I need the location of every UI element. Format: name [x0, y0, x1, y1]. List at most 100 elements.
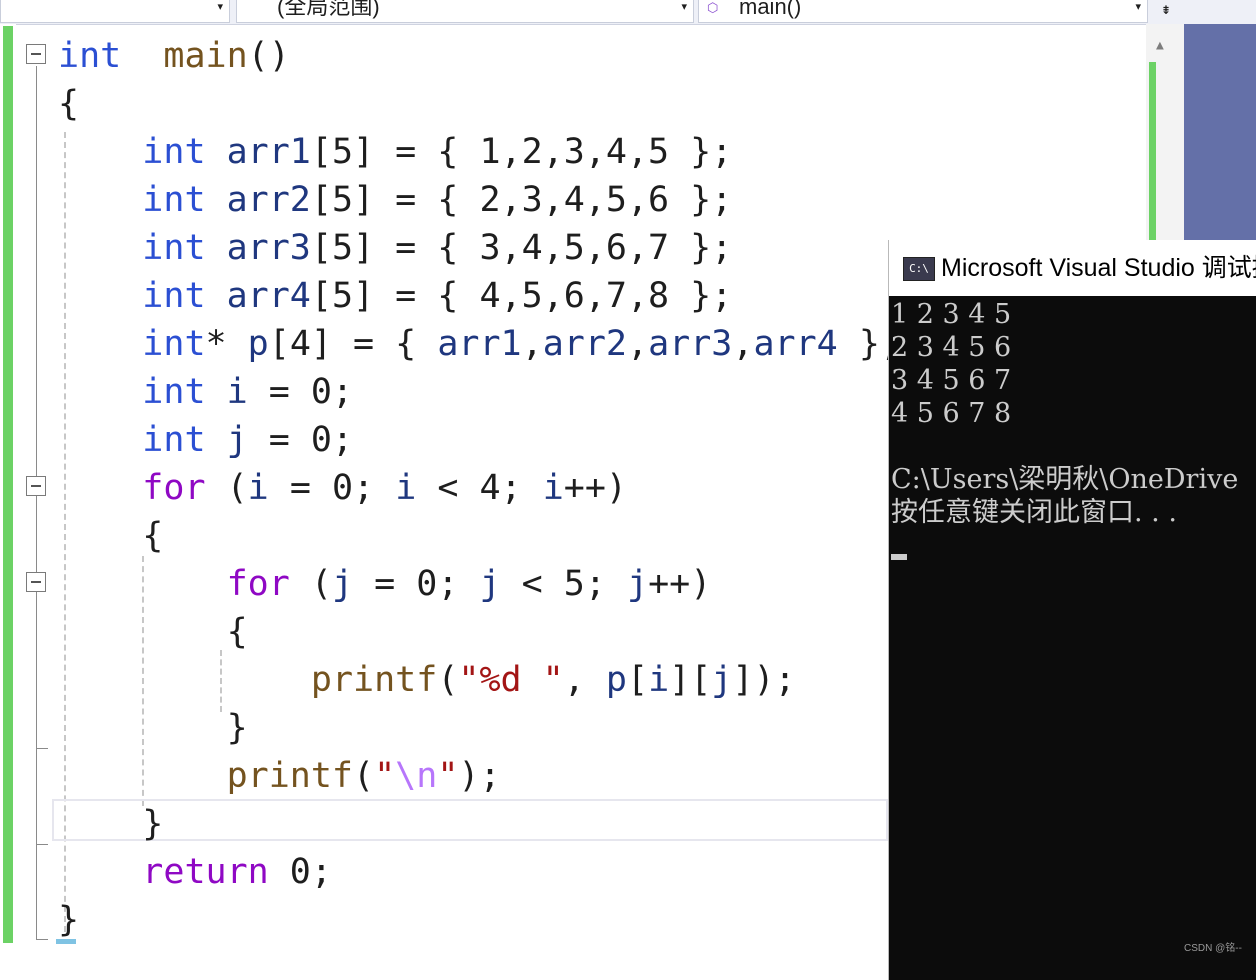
code-token: i — [648, 660, 670, 700]
console-line: C:\Users\梁明秋\OneDrive — [891, 464, 1239, 495]
code-line[interactable]: int arr4[5] = { 4,5,6,7,8 }; — [58, 276, 732, 316]
side-panel-strip — [1184, 24, 1256, 264]
code-token: arr3 — [648, 324, 733, 364]
code-token: p — [605, 660, 627, 700]
code-token: i — [205, 372, 248, 412]
code-token: 0; — [268, 852, 332, 892]
code-token: ( — [437, 660, 459, 700]
code-line[interactable]: for (j = 0; j < 5; j++) — [58, 564, 712, 604]
code-token: < 4; — [416, 468, 543, 508]
scroll-up-icon[interactable]: ▲ — [1156, 38, 1164, 53]
code-line[interactable]: printf("%d ", p[i][j]); — [58, 660, 796, 700]
code-token: } — [58, 900, 80, 940]
code-line[interactable]: { — [58, 612, 248, 652]
console-line: 按任意键关闭此窗口. . . — [891, 497, 1177, 528]
code-token: [ — [626, 660, 649, 700]
scope-combo[interactable]: (全局范围) ▾ — [236, 0, 694, 23]
console-line: 4 5 6 7 8 — [891, 398, 1012, 429]
code-token: j — [479, 564, 501, 604]
code-line[interactable]: { — [58, 516, 163, 556]
chevron-down-icon: ▾ — [217, 1, 223, 13]
function-combo[interactable]: ⬡ main() ▾ — [698, 0, 1148, 23]
outline-end — [36, 939, 48, 940]
chevron-down-icon: ▾ — [1135, 1, 1141, 13]
function-cube-icon: ⬡ — [707, 0, 719, 15]
code-line[interactable]: { — [58, 84, 79, 124]
code-token: \n — [395, 756, 438, 796]
scope-combo-label: (全局范围) — [277, 0, 380, 19]
debug-console-window[interactable]: C:\ Microsoft Visual Studio 调试控制台 1 2 3 … — [888, 240, 1256, 980]
code-token: { — [58, 516, 164, 556]
chevron-down-icon: ▾ — [681, 1, 687, 13]
code-token: < 5; — [500, 564, 627, 604]
code-token: [5] = { 1,2,3,4,5 }; — [310, 132, 733, 172]
code-token: } — [58, 708, 248, 748]
code-line[interactable]: return 0; — [58, 852, 332, 892]
current-line-highlight — [52, 799, 888, 841]
code-token: ( — [353, 756, 375, 796]
code-token: , — [627, 324, 649, 364]
code-token: for — [226, 564, 290, 604]
code-token: int — [142, 228, 206, 268]
code-token: [4] = { — [268, 324, 438, 364]
code-line[interactable]: } — [58, 804, 163, 844]
code-line[interactable]: } — [58, 900, 79, 940]
code-token: j — [711, 660, 733, 700]
code-token: i — [542, 468, 564, 508]
code-token: ( — [205, 468, 248, 508]
code-token: * — [205, 324, 248, 364]
code-line[interactable]: } — [58, 708, 248, 748]
code-token: printf — [226, 756, 354, 796]
outline-line — [36, 66, 37, 940]
split-window-button[interactable]: ⇟ — [1150, 0, 1182, 22]
console-line: 3 4 5 6 7 — [891, 365, 1012, 396]
code-token: = 0; — [247, 420, 354, 460]
code-token: , — [521, 324, 543, 364]
code-line[interactable]: int arr1[5] = { 1,2,3,4,5 }; — [58, 132, 732, 172]
code-token: { — [58, 612, 248, 652]
code-token: int — [142, 132, 206, 172]
collapse-outer-for-icon[interactable] — [26, 476, 46, 496]
code-token: j — [331, 564, 354, 604]
code-token: = 0; — [353, 564, 480, 604]
project-combo[interactable]: ▾ — [0, 0, 230, 23]
code-line[interactable]: printf("\n"); — [58, 756, 501, 796]
console-title: Microsoft Visual Studio 调试控制台 — [941, 254, 1256, 282]
code-token: main — [163, 36, 248, 76]
code-token: ][ — [669, 660, 712, 700]
code-token: p — [247, 324, 269, 364]
code-line[interactable]: int arr2[5] = { 2,3,4,5,6 }; — [58, 180, 732, 220]
console-title-bar[interactable]: C:\ Microsoft Visual Studio 调试控制台 — [889, 240, 1256, 296]
code-token: arr4 — [205, 276, 311, 316]
caret-marker — [56, 939, 76, 944]
collapse-main-icon[interactable] — [26, 44, 46, 64]
code-token: = 0; — [268, 468, 396, 508]
code-line[interactable]: int* p[4] = { arr1,arr2,arr3,arr4 }; — [58, 324, 901, 364]
code-token: int — [142, 276, 206, 316]
code-line[interactable]: int i = 0; — [58, 372, 353, 412]
code-token: ++) — [563, 468, 627, 508]
code-line[interactable]: int j = 0; — [58, 420, 353, 460]
console-app-icon: C:\ — [903, 257, 935, 281]
code-token: arr2 — [205, 180, 311, 220]
code-token: ); — [458, 756, 501, 796]
code-line[interactable]: for (i = 0; i < 4; i++) — [58, 468, 627, 508]
collapse-inner-for-icon[interactable] — [26, 572, 46, 592]
code-line[interactable]: int arr3[5] = { 3,4,5,6,7 }; — [58, 228, 732, 268]
code-line[interactable]: int main() — [58, 36, 290, 76]
code-token: int — [142, 180, 206, 220]
code-token: { — [58, 84, 80, 124]
code-token: [5] = { 2,3,4,5,6 }; — [310, 180, 733, 220]
code-token: = 0; — [247, 372, 354, 412]
